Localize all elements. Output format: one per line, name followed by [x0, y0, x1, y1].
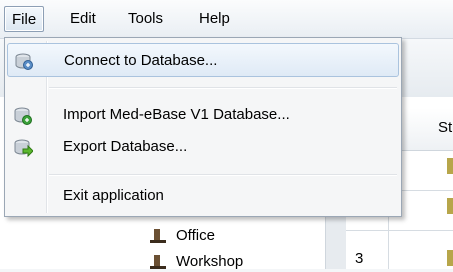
menu-tools[interactable]: Tools [121, 6, 170, 32]
menu-bar: File Edit Tools Help [0, 0, 453, 39]
menu-separator [49, 87, 397, 88]
folder-icon [150, 229, 166, 244]
tree-item-label: Workshop [176, 253, 244, 270]
grid-row-number: 3 [355, 250, 364, 267]
menu-item-label: Exit application [63, 187, 164, 204]
menu-file[interactable]: File [4, 6, 45, 32]
menu-item-exit-application[interactable]: Exit application [7, 179, 399, 213]
menu-item-label: Connect to Database... [64, 52, 218, 69]
tree-item-workshop[interactable]: Workshop [150, 252, 243, 272]
menu-item-import-database[interactable]: Import Med-eBase V1 Database... [7, 98, 399, 132]
menu-help[interactable]: Help [192, 6, 237, 32]
file-menu-dropdown: Connect to Database... Import Med-eBase … [4, 37, 402, 217]
tree-item-office[interactable]: Office [150, 226, 215, 246]
database-connect-icon [14, 51, 34, 71]
database-import-icon [13, 105, 33, 125]
grid-cell-marker [447, 250, 453, 266]
grid-row-separator [346, 230, 453, 231]
tree-item-label: Office [176, 227, 215, 244]
menu-edit[interactable]: Edit [63, 6, 103, 32]
grid-column-header[interactable]: St [438, 119, 452, 136]
menu-separator [49, 174, 397, 175]
database-export-icon [13, 137, 34, 158]
grid-cell-marker [447, 158, 453, 174]
folder-icon [150, 255, 166, 270]
menu-item-export-database[interactable]: Export Database... [7, 130, 399, 164]
grid-cell-marker [447, 198, 453, 214]
menu-item-label: Export Database... [63, 138, 188, 155]
menu-item-connect-database[interactable]: Connect to Database... [7, 43, 399, 77]
menu-item-label: Import Med-eBase V1 Database... [63, 106, 290, 123]
